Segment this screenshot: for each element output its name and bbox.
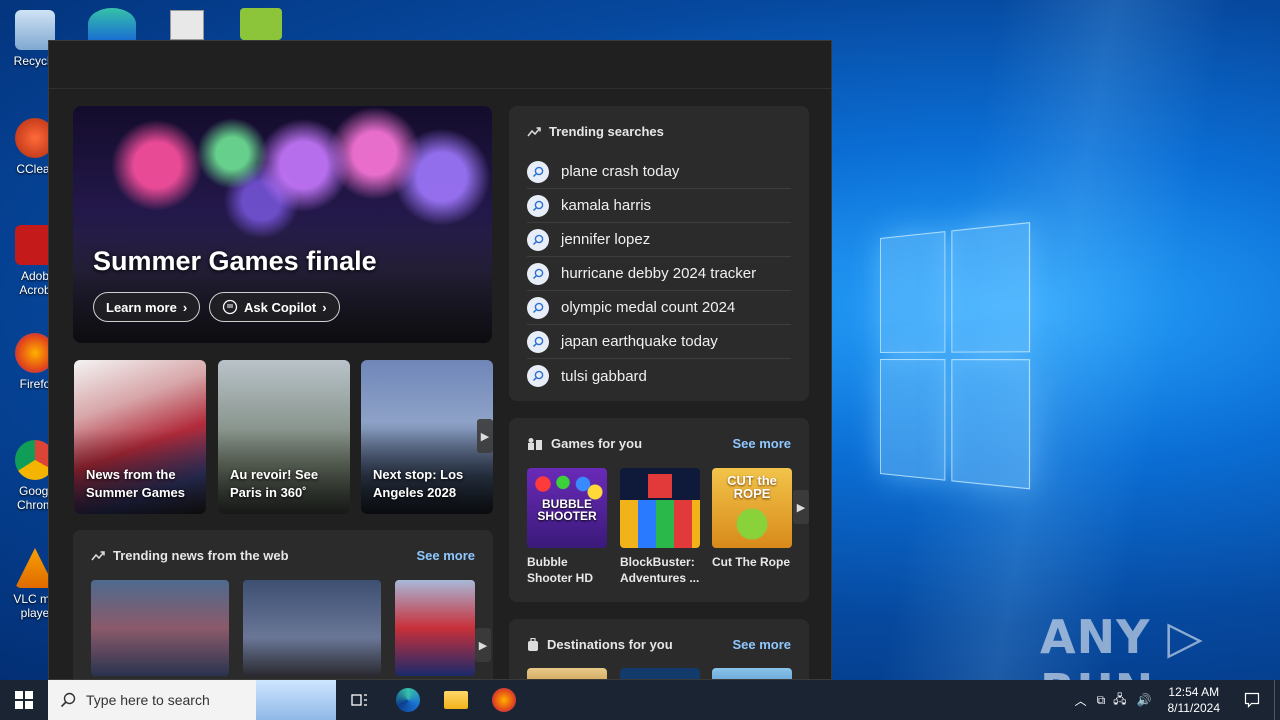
games-see-more-link[interactable]: See more: [732, 436, 791, 451]
search-icon: [527, 296, 549, 319]
game-pieces-icon: [528, 437, 542, 450]
taskbar-search-box[interactable]: Type here to search: [48, 680, 256, 720]
games-card: Games for you See more BUBBLE SHOOTER Bu…: [509, 418, 809, 602]
chevron-right-icon: ▶: [796, 501, 806, 514]
search-icon: [60, 692, 76, 708]
destinations-title: Destinations for you: [547, 637, 673, 652]
trending-search-label: plane crash today: [561, 163, 680, 180]
widgets-header: [49, 41, 831, 89]
search-icon: [527, 262, 549, 285]
start-button[interactable]: [0, 680, 48, 720]
search-icon: [527, 160, 549, 183]
news-card-los-angeles[interactable]: Next stop: Los Angeles 2028: [361, 360, 493, 514]
web-news-thumb-3[interactable]: [395, 580, 475, 676]
network-icon[interactable]: 🖧: [1109, 690, 1130, 711]
network-adapter-icon[interactable]: ⧉: [1093, 693, 1110, 708]
clock[interactable]: 12:54 AM 8/11/2024: [1158, 684, 1231, 716]
task-view-icon: [351, 694, 367, 706]
app-desktop-icon[interactable]: [240, 8, 282, 40]
web-news-thumb-2[interactable]: [243, 580, 381, 676]
folder-icon: [444, 691, 468, 709]
search-placeholder: Type here to search: [86, 692, 210, 708]
learn-more-button[interactable]: Learn more ›: [93, 292, 201, 322]
trending-search-item[interactable]: hurricane debby 2024 tracker: [527, 257, 791, 291]
trending-search-label: kamala harris: [561, 197, 652, 214]
taskbar-edge[interactable]: [384, 680, 432, 720]
news-carousel-next-button[interactable]: ▶: [477, 419, 493, 453]
bubble-shooter-thumb: BUBBLE SHOOTER: [527, 468, 607, 548]
edge-desktop-icon[interactable]: [88, 8, 136, 40]
cut-the-rope-thumb: CUT the ROPE: [712, 468, 792, 548]
trending-searches-card: Trending searches plane crash today kamal…: [509, 106, 809, 401]
game-tile-cut-the-rope[interactable]: CUT the ROPE Cut The Rope: [712, 468, 792, 570]
destination-thumb-1[interactable]: [527, 668, 607, 679]
trending-arrow-icon: [527, 126, 541, 136]
anyrun-watermark: ANY ▷ RUN: [1040, 610, 1204, 680]
games-next-button[interactable]: ▶: [793, 490, 809, 524]
search-icon: [527, 365, 549, 387]
trending-search-label: japan earthquake today: [561, 333, 718, 350]
chevron-right-icon: ›: [322, 299, 327, 315]
search-icon: [527, 194, 549, 217]
edge-icon: [396, 688, 420, 712]
taskbar-firefox[interactable]: [480, 680, 528, 720]
show-desktop-button[interactable]: [1274, 680, 1280, 720]
chevron-right-icon: ▶: [480, 430, 490, 443]
taskbar: Type here to search ︿ ⧉ 🖧 🔊 12:54 AM 8/1…: [0, 680, 1280, 720]
trending-search-item[interactable]: tulsi gabbard: [527, 359, 791, 393]
task-view-button[interactable]: [336, 680, 384, 720]
taskbar-file-explorer[interactable]: [432, 680, 480, 720]
destination-thumb-3[interactable]: [712, 668, 792, 679]
hero-title: Summer Games finale: [93, 246, 377, 276]
trending-search-label: hurricane debby 2024 tracker: [561, 265, 757, 282]
game-tile-bubble-shooter[interactable]: BUBBLE SHOOTER Bubble Shooter HD: [527, 468, 607, 586]
trending-search-item[interactable]: jennifer lopez: [527, 223, 791, 257]
action-center-button[interactable]: [1230, 680, 1274, 720]
trending-arrow-icon: [91, 550, 105, 560]
notification-icon: [1244, 692, 1260, 708]
chevron-up-icon[interactable]: ︿: [1069, 692, 1093, 709]
news-card-paris-360[interactable]: Au revoir! See Paris in 360˚: [218, 360, 350, 514]
firefox-icon: [492, 688, 516, 712]
trending-search-label: olympic medal count 2024: [561, 299, 736, 316]
trending-news-see-more-link[interactable]: See more: [416, 548, 475, 563]
widgets-panel: Summer Games finale Learn more › Ask Cop…: [48, 40, 832, 680]
chevron-right-icon: ▶: [478, 639, 488, 652]
search-icon: [527, 330, 549, 353]
destinations-card: Destinations for you See more: [509, 619, 809, 679]
hero-card[interactable]: Summer Games finale Learn more › Ask Cop…: [73, 106, 492, 343]
volume-icon[interactable]: 🔊: [1131, 693, 1158, 707]
clock-time: 12:54 AM: [1168, 685, 1220, 699]
news-card-summer-games[interactable]: News from the Summer Games: [74, 360, 206, 514]
document-desktop-icon[interactable]: [170, 10, 204, 40]
game-tile-blockbuster[interactable]: BlockBuster: Adventures ...: [620, 468, 700, 586]
clock-date: 8/11/2024: [1167, 701, 1221, 715]
search-highlight-image[interactable]: [256, 680, 336, 720]
blockbuster-thumb: [620, 468, 700, 548]
trending-search-item[interactable]: plane crash today: [527, 155, 791, 189]
suitcase-icon: [528, 637, 538, 651]
trending-search-label: tulsi gabbard: [561, 367, 647, 385]
ask-copilot-button[interactable]: Ask Copilot ›: [209, 292, 340, 322]
trending-search-item[interactable]: olympic medal count 2024: [527, 291, 791, 325]
destination-thumb-2[interactable]: [620, 668, 700, 679]
trending-news-card: Trending news from the web See more ▶: [73, 530, 493, 679]
destinations-see-more-link[interactable]: See more: [732, 637, 791, 652]
trending-searches-title: Trending searches: [549, 124, 664, 139]
windows-logo-wallpaper: [880, 222, 1031, 494]
trending-search-item[interactable]: japan earthquake today: [527, 325, 791, 359]
games-title: Games for you: [551, 436, 643, 451]
search-icon: [527, 228, 549, 251]
chat-bubble-icon: [222, 299, 238, 315]
web-news-thumb-1[interactable]: [91, 580, 229, 676]
windows-start-icon: [15, 691, 33, 709]
web-news-next-button[interactable]: ▶: [475, 628, 491, 662]
trending-search-label: jennifer lopez: [561, 231, 651, 248]
trending-search-item[interactable]: kamala harris: [527, 189, 791, 223]
chevron-right-icon: ›: [182, 299, 188, 315]
trending-news-title: Trending news from the web: [113, 548, 289, 563]
system-tray: ︿ ⧉ 🖧 🔊 12:54 AM 8/11/2024: [1069, 680, 1280, 720]
